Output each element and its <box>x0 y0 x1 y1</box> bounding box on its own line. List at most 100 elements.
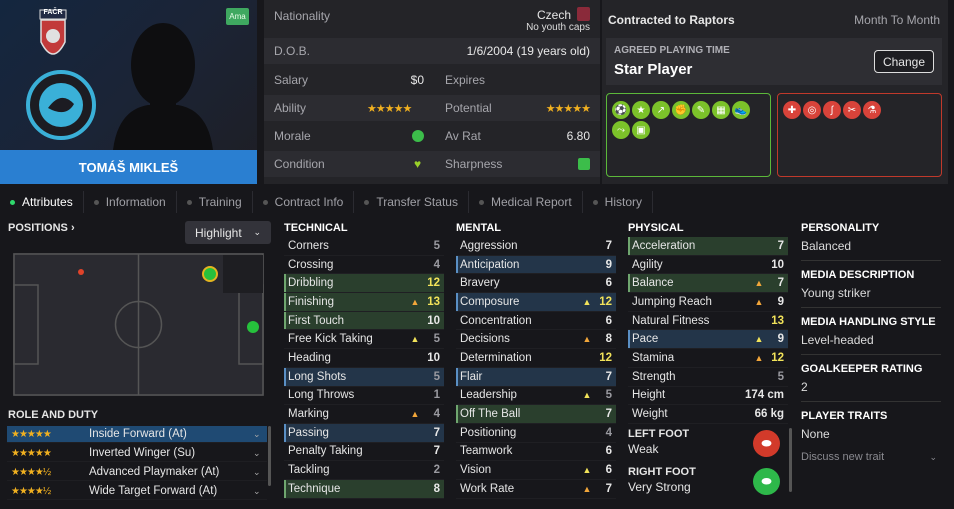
attribute-row[interactable]: Free Kick Taking ▲ 5 <box>284 330 444 350</box>
attribute-name: Dribbling <box>288 277 334 290</box>
attribute-row[interactable]: Leadership ▲ 5 <box>456 387 616 406</box>
attribute-row[interactable]: Composure ▲ 12 <box>456 293 616 312</box>
height-row: Height 174 cm <box>628 387 788 406</box>
star-icon[interactable]: ★ <box>632 101 650 119</box>
foot-icon[interactable]: ∫ <box>823 101 841 119</box>
attribute-row[interactable]: Off The Ball 7 <box>456 405 616 424</box>
player-name: TOMÁŠ MIKLEŠ <box>0 150 257 184</box>
attribute-row[interactable]: Flair 7 <box>456 367 616 387</box>
traits-value: None <box>801 427 830 441</box>
attribute-row[interactable]: Acceleration 7 <box>628 237 788 256</box>
attribute-name: Agility <box>632 258 663 271</box>
fist-icon[interactable]: ✊ <box>672 101 690 119</box>
attribute-name: Free Kick Taking <box>288 333 373 346</box>
roles-scrollbar[interactable] <box>268 426 271 486</box>
attribute-name: Finishing <box>288 295 335 308</box>
tab-transfer-status[interactable]: Transfer Status <box>354 191 469 213</box>
attribute-row[interactable]: Strength 5 <box>628 368 788 387</box>
apt-label: AGREED PLAYING TIME <box>614 45 730 56</box>
attribute-row[interactable]: Penalty Taking 7 <box>284 443 444 462</box>
attribute-row[interactable]: Long Throws 1 <box>284 387 444 406</box>
attribute-row[interactable]: Technique 8 <box>284 479 444 499</box>
positions-title[interactable]: POSITIONS › <box>8 222 75 234</box>
attribute-row[interactable]: Passing 7 <box>284 423 444 443</box>
attribute-row[interactable]: Marking ▲ 4 <box>284 405 444 424</box>
attribute-row[interactable]: Vision ▲ 6 <box>456 461 616 480</box>
attribute-row[interactable]: Finishing ▲ 13 <box>284 293 444 312</box>
attribute-row[interactable]: Stamina ▲ 12 <box>628 349 788 368</box>
bandage-icon[interactable]: ✚ <box>783 101 801 119</box>
attribute-value: 9 <box>777 333 784 346</box>
shoe-icon[interactable]: 👟 <box>732 101 750 119</box>
attribute-row[interactable]: Crossing 4 <box>284 256 444 275</box>
attribute-value: 5 <box>777 370 784 383</box>
tv-icon[interactable]: ▣ <box>632 121 650 139</box>
discuss-trait-dropdown[interactable]: Discuss new trait ⌄ <box>801 449 941 465</box>
attribute-row[interactable]: First Touch 10 <box>284 311 444 331</box>
attribute-row[interactable]: Long Shots 5 <box>284 367 444 387</box>
attribute-value: 6 <box>605 314 612 327</box>
role-row[interactable]: ★★★★★ Inside Forward (At) ⌄ <box>7 426 267 443</box>
highlight-dropdown[interactable]: Highlight ⌄ <box>185 221 271 244</box>
board-icon[interactable]: ▦ <box>712 101 730 119</box>
attribute-row[interactable]: Pace ▲ 9 <box>628 330 788 350</box>
role-row[interactable]: ★★★★½ Advanced Playmaker (At) ⌄ <box>7 464 267 481</box>
attribute-row[interactable]: Determination 12 <box>456 349 616 368</box>
attribute-name: Acceleration <box>632 239 696 252</box>
attribute-row[interactable]: Teamwork 6 <box>456 443 616 462</box>
tab-medical-report[interactable]: Medical Report <box>469 191 583 213</box>
flask-icon[interactable]: ⚗ <box>863 101 881 119</box>
ball-icon[interactable]: ⚽ <box>612 101 630 119</box>
player-traits-section: PLAYER TRAITS None <box>801 410 946 441</box>
attribute-row[interactable]: Natural Fitness 13 <box>628 312 788 331</box>
attribute-row[interactable]: Balance ▲ 7 <box>628 274 788 294</box>
attribute-row[interactable]: Dribbling 12 <box>284 274 444 294</box>
tab-information[interactable]: Information <box>84 191 177 213</box>
gk-value: 2 <box>801 380 808 394</box>
physical-scrollbar[interactable] <box>789 428 792 492</box>
tab-history[interactable]: History <box>583 191 653 213</box>
attribute-row[interactable]: Agility 10 <box>628 256 788 275</box>
tab-attributes[interactable]: Attributes <box>0 191 84 213</box>
role-row[interactable]: ★★★★★ Inverted Winger (Su) ⌄ <box>7 445 267 462</box>
progress-arrow-icon: ▲ <box>410 334 420 345</box>
tab-training[interactable]: Training <box>177 191 253 213</box>
cut-icon[interactable]: ✂ <box>843 101 861 119</box>
chevron-down-icon[interactable]: ⌄ <box>253 429 267 440</box>
role-row[interactable]: ★★★★½ Wide Target Forward (At) ⌄ <box>7 483 267 500</box>
attribute-row[interactable]: Tackling 2 <box>284 461 444 480</box>
tackle-icon[interactable]: ⤳ <box>612 121 630 139</box>
attribute-value: 12 <box>599 351 612 364</box>
attribute-row[interactable]: Aggression 7 <box>456 237 616 256</box>
contract-panel: Contracted to Raptors Month To Month AGR… <box>602 0 948 184</box>
target-icon[interactable]: ◎ <box>803 101 821 119</box>
change-button[interactable]: Change <box>874 50 934 73</box>
chevron-down-icon[interactable]: ⌄ <box>253 467 267 478</box>
attribute-name: Long Shots <box>288 370 347 383</box>
attribute-name: Crossing <box>288 258 334 271</box>
attribute-row[interactable]: Concentration 6 <box>456 312 616 331</box>
attribute-row[interactable]: Bravery 6 <box>456 274 616 294</box>
personality-value: Balanced <box>801 239 852 253</box>
pen-icon[interactable]: ✎ <box>692 101 710 119</box>
attribute-row[interactable]: Decisions ▲ 8 <box>456 330 616 350</box>
role-stars: ★★★★½ <box>11 466 51 478</box>
attribute-row[interactable]: Corners 5 <box>284 237 444 256</box>
attribute-row[interactable]: Anticipation 9 <box>456 255 616 275</box>
attribute-name: Strength <box>632 370 676 383</box>
tab-label: Training <box>198 195 242 209</box>
attribute-value: 12 <box>599 295 612 308</box>
attribute-row[interactable]: Heading 10 <box>284 349 444 368</box>
tab-contract-info[interactable]: Contract Info <box>253 191 355 213</box>
condition-label: Condition <box>274 157 325 171</box>
attribute-row[interactable]: Work Rate ▲ 7 <box>456 480 616 499</box>
chevron-down-icon[interactable]: ⌄ <box>253 448 267 459</box>
attribute-row[interactable]: Positioning 4 <box>456 424 616 443</box>
attribute-row[interactable]: Jumping Reach ▲ 9 <box>628 293 788 312</box>
attribute-value: 5 <box>433 333 440 346</box>
attribute-value: 13 <box>771 314 784 327</box>
national-crest: FAČR <box>38 8 68 66</box>
chevron-down-icon[interactable]: ⌄ <box>253 486 267 497</box>
trend-icon[interactable]: ↗ <box>652 101 670 119</box>
progress-arrow-icon: ▲ <box>582 334 592 345</box>
